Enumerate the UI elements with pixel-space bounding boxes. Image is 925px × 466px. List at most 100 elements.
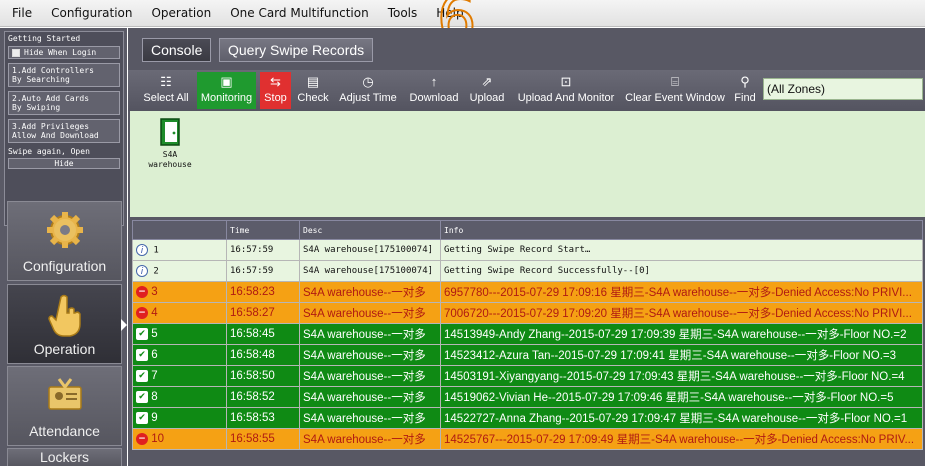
menu-configuration[interactable]: Configuration xyxy=(51,6,132,20)
info-cell: 14513949-Andy Zhang--2015-07-29 17:09:39… xyxy=(440,323,923,345)
table-row[interactable]: i 1 16:57:59 S4A warehouse[175100074] Getti… xyxy=(132,239,923,261)
row-number: 5 xyxy=(151,328,158,341)
table-row[interactable]: − 4 16:58:27 S4A warehouse--一对多 7006720---2… xyxy=(132,302,923,324)
table-row[interactable]: − 10 16:58:55 S4A warehouse--一对多 14525767--… xyxy=(132,428,923,450)
time-cell: 16:58:45 xyxy=(226,323,300,345)
row-number-cell: i 2 xyxy=(132,260,227,282)
nav-configuration[interactable]: Configuration xyxy=(7,201,122,281)
zones-select[interactable]: (All Zones) xyxy=(763,78,923,100)
checkbox-box[interactable] xyxy=(12,48,20,57)
column-header-desc[interactable]: Desc xyxy=(299,220,441,240)
tab-query-swipe-records[interactable]: Query Swipe Records xyxy=(219,38,374,62)
hand-pointer-icon xyxy=(48,294,81,337)
info-cell: 14519062-Vivian He--2015-07-29 17:09:46 … xyxy=(440,386,923,408)
upload-and-monitor-button[interactable]: ⊡ Upload And Monitor xyxy=(514,72,618,109)
check-icon: ✔ xyxy=(136,327,148,340)
monitor-icon: ▣ xyxy=(220,74,233,89)
row-number: 7 xyxy=(151,370,158,383)
hide-button[interactable]: Hide xyxy=(8,158,120,169)
download-button[interactable]: ↑ Download xyxy=(406,72,462,109)
nav-operation[interactable]: Operation xyxy=(7,284,127,364)
clear-event-window-label: Clear Event Window xyxy=(625,92,725,104)
gear-icon xyxy=(47,212,83,248)
getting-started-title: Getting Started xyxy=(8,34,81,43)
row-number-cell: ✔ 5 xyxy=(132,323,227,345)
time-cell: 16:57:59 xyxy=(226,260,300,282)
time-cell: 16:58:55 xyxy=(226,428,300,450)
select-all-label: Select All xyxy=(143,92,189,104)
table-row[interactable]: ✔ 7 16:58:50 S4A warehouse--一对多 14503191-Xi… xyxy=(132,365,923,387)
menu-operation[interactable]: Operation xyxy=(151,6,211,20)
table-row[interactable]: ✔ 5 16:58:45 S4A warehouse--一对多 14513949-An… xyxy=(132,323,923,345)
row-number: 8 xyxy=(151,391,158,404)
getting-started-panel: Getting Started Hide When Login 1.Add Co… xyxy=(4,31,124,226)
info-cell: 14523412-Azura Tan--2015-07-29 17:09:41 … xyxy=(440,344,923,366)
info-cell: 7006720---2015-07-29 17:09:20 星期三-S4A wa… xyxy=(440,302,923,324)
table-row[interactable]: ✔ 6 16:58:48 S4A warehouse--一对多 14523412-Az… xyxy=(132,344,923,366)
desc-cell: S4A warehouse[175100074] xyxy=(299,239,441,261)
event-table: Time Desc Info i 1 16:57:59 S4A warehouse[… xyxy=(132,220,923,450)
hide-when-login-checkbox[interactable]: Hide When Login xyxy=(8,46,120,59)
find-button[interactable]: ⚲ Find xyxy=(732,72,758,109)
nav-attendance[interactable]: Attendance xyxy=(7,366,122,446)
check-icon: ✔ xyxy=(136,369,148,382)
table-row[interactable]: i 2 16:57:59 S4A warehouse[175100074] Getti… xyxy=(132,260,923,282)
nav-operation-label: Operation xyxy=(33,341,96,357)
check-icon: ✔ xyxy=(136,390,148,403)
tabs-bar: Console Query Swipe Records xyxy=(128,28,925,70)
info-cell: Getting Swipe Record Successfully--[0] xyxy=(440,260,923,282)
time-cell: 16:58:23 xyxy=(226,281,300,303)
adjust-time-button[interactable]: ◷ Adjust Time xyxy=(337,72,399,109)
step-add-privileges[interactable]: 3.Add Privileges Allow And Download xyxy=(8,119,120,143)
info-icon: i xyxy=(136,244,148,256)
upload-and-monitor-label: Upload And Monitor xyxy=(517,92,615,104)
nav-lockers-label: Lockers xyxy=(39,449,90,465)
check-label: Check xyxy=(297,92,329,104)
column-header-time[interactable]: Time xyxy=(226,220,300,240)
desc-cell: S4A warehouse[175100074] xyxy=(299,260,441,282)
nav-lockers[interactable]: Lockers xyxy=(7,448,122,466)
row-number-cell: ✔ 8 xyxy=(132,386,227,408)
denied-icon: − xyxy=(136,432,148,445)
menu-file[interactable]: File xyxy=(12,6,32,20)
tab-console[interactable]: Console xyxy=(142,38,212,62)
monitoring-label: Monitoring xyxy=(200,92,253,104)
row-number-cell: − 4 xyxy=(132,302,227,324)
row-number: 6 xyxy=(151,349,158,362)
table-row[interactable]: − 3 16:58:23 S4A warehouse--一对多 6957780---2… xyxy=(132,281,923,303)
device-label: S4A warehouse xyxy=(148,150,192,169)
desc-cell: S4A warehouse--一对多 xyxy=(299,428,441,450)
check-icon: ✔ xyxy=(136,348,148,361)
nav-configuration-label: Configuration xyxy=(22,258,107,274)
upload-button[interactable]: ⇗ Upload xyxy=(468,72,506,109)
upload-icon: ⇗ xyxy=(481,74,493,89)
desc-cell: S4A warehouse--一对多 xyxy=(299,365,441,387)
check-button[interactable]: ▤ Check xyxy=(296,72,330,109)
menu-one-card-multifunction[interactable]: One Card Multifunction xyxy=(230,6,369,20)
column-header-info[interactable]: Info xyxy=(440,220,923,240)
row-number-cell: ✔ 9 xyxy=(132,407,227,429)
download-label: Download xyxy=(409,92,459,104)
menu-tools[interactable]: Tools xyxy=(388,6,418,20)
info-cell: Getting Swipe Record Start… xyxy=(440,239,923,261)
check-icon: ▤ xyxy=(306,74,320,89)
column-header[interactable] xyxy=(132,220,227,240)
device-item[interactable]: S4A warehouse xyxy=(148,117,192,170)
table-row[interactable]: ✔ 8 16:58:52 S4A warehouse--一对多 14519062-Vi… xyxy=(132,386,923,408)
step-auto-add-cards[interactable]: 2.Auto Add Cards By Swiping xyxy=(8,91,120,115)
active-indicator xyxy=(121,319,127,331)
row-number-cell: − 3 xyxy=(132,281,227,303)
stop-button[interactable]: ⇆ Stop xyxy=(260,72,291,109)
event-grid: Time Desc Info i 1 16:57:59 S4A warehouse[… xyxy=(128,217,925,466)
denied-icon: − xyxy=(136,285,148,298)
step-add-controllers[interactable]: 1.Add Controllers By Searching xyxy=(8,63,120,87)
door-icon xyxy=(160,118,180,146)
monitoring-button[interactable]: ▣ Monitoring xyxy=(197,72,256,109)
time-cell: 16:58:50 xyxy=(226,365,300,387)
clear-event-window-button[interactable]: ⌸ Clear Event Window xyxy=(624,72,726,109)
table-row[interactable]: ✔ 9 16:58:53 S4A warehouse--一对多 14522727-An… xyxy=(132,407,923,429)
row-number: 9 xyxy=(151,412,158,425)
select-all-button[interactable]: ☷ Select All xyxy=(142,72,190,109)
time-cell: 16:57:59 xyxy=(226,239,300,261)
row-number-cell: − 10 xyxy=(132,428,227,450)
